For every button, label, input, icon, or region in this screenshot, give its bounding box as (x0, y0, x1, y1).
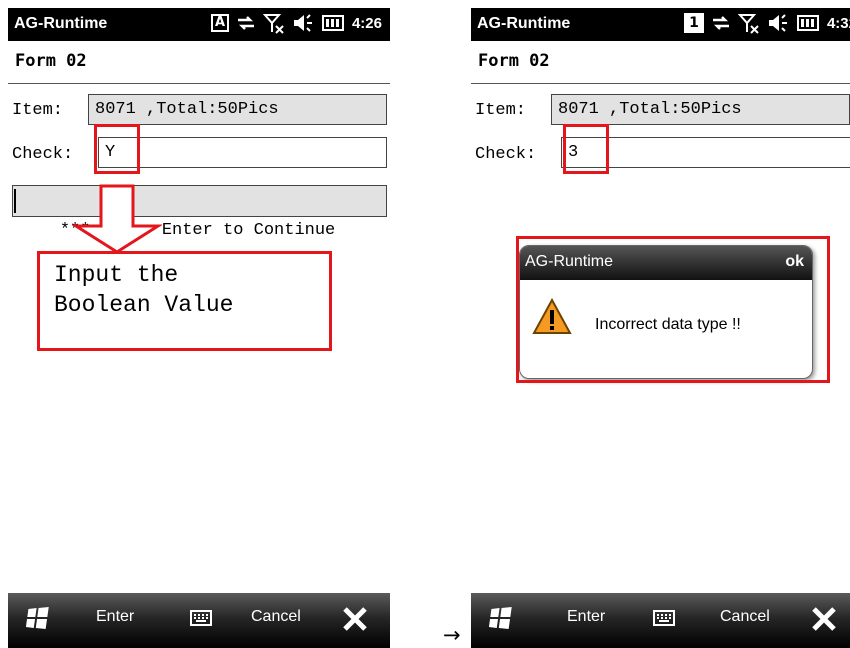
text-cursor (14, 189, 16, 213)
form-title: Form 02 (478, 51, 550, 71)
form-title-bar: Form 02 (8, 41, 390, 84)
item-field: 8071 ,Total:50Pics (88, 94, 387, 125)
keyboard-icon[interactable] (653, 610, 675, 630)
check-value-highlight (94, 124, 140, 174)
no-signal-icon (262, 11, 285, 35)
status-bar: AG-Runtime 1 4:32 (471, 8, 850, 41)
keyboard-icon[interactable] (190, 610, 212, 630)
input-mode-icon: A (210, 14, 229, 32)
annotation-text: Input the Boolean Value (54, 262, 234, 318)
cancel-softkey[interactable]: Cancel (720, 608, 770, 626)
continue-message: *** Pr Enter to Continue (12, 185, 387, 240)
app-title: AG-Runtime (14, 15, 108, 32)
sync-icon (236, 11, 256, 35)
form-title: Form 02 (15, 51, 87, 71)
item-label: Item: (475, 101, 527, 120)
no-signal-icon (737, 11, 760, 35)
battery-icon (321, 11, 345, 35)
windows-start-icon[interactable] (25, 605, 52, 635)
app-title: AG-Runtime (477, 15, 571, 32)
transition-arrow: → (443, 623, 461, 647)
check-label: Check: (475, 145, 537, 164)
enter-softkey[interactable]: Enter (96, 608, 134, 626)
left-phone-screen: AG-Runtime A 4:26 Form 02 Item: 8071 ,To… (8, 8, 390, 648)
down-arrow-annotation (72, 184, 162, 254)
bottom-menu-bar: Enter Cancel (471, 593, 850, 648)
annotation-box: Input the Boolean Value (37, 251, 332, 351)
volume-icon (292, 11, 314, 35)
check-label: Check: (12, 145, 74, 164)
close-icon[interactable] (811, 606, 837, 636)
volume-icon (767, 11, 789, 35)
clock: 4:32 (826, 14, 850, 32)
item-field: 8071 ,Total:50Pics (551, 94, 850, 125)
status-icons: 1 4:32 (683, 11, 850, 35)
check-value-highlight (563, 124, 609, 174)
close-icon[interactable] (342, 606, 368, 636)
check-input[interactable]: Y (98, 137, 387, 168)
cancel-softkey[interactable]: Cancel (251, 608, 301, 626)
enter-softkey[interactable]: Enter (567, 608, 605, 626)
dialog-highlight (516, 236, 830, 383)
form-title-bar: Form 02 (471, 41, 850, 84)
battery-icon (796, 11, 820, 35)
status-icons: A 4:26 (210, 11, 382, 35)
bottom-menu-bar: Enter Cancel (8, 593, 390, 648)
right-phone-screen: AG-Runtime 1 4:32 Form 02 Item: 8071 ,To… (471, 8, 850, 648)
status-bar: AG-Runtime A 4:26 (8, 8, 390, 41)
sync-icon (711, 11, 731, 35)
windows-start-icon[interactable] (488, 605, 515, 635)
item-label: Item: (12, 101, 64, 120)
input-mode-icon: 1 (683, 13, 704, 33)
clock: 4:26 (351, 14, 382, 32)
